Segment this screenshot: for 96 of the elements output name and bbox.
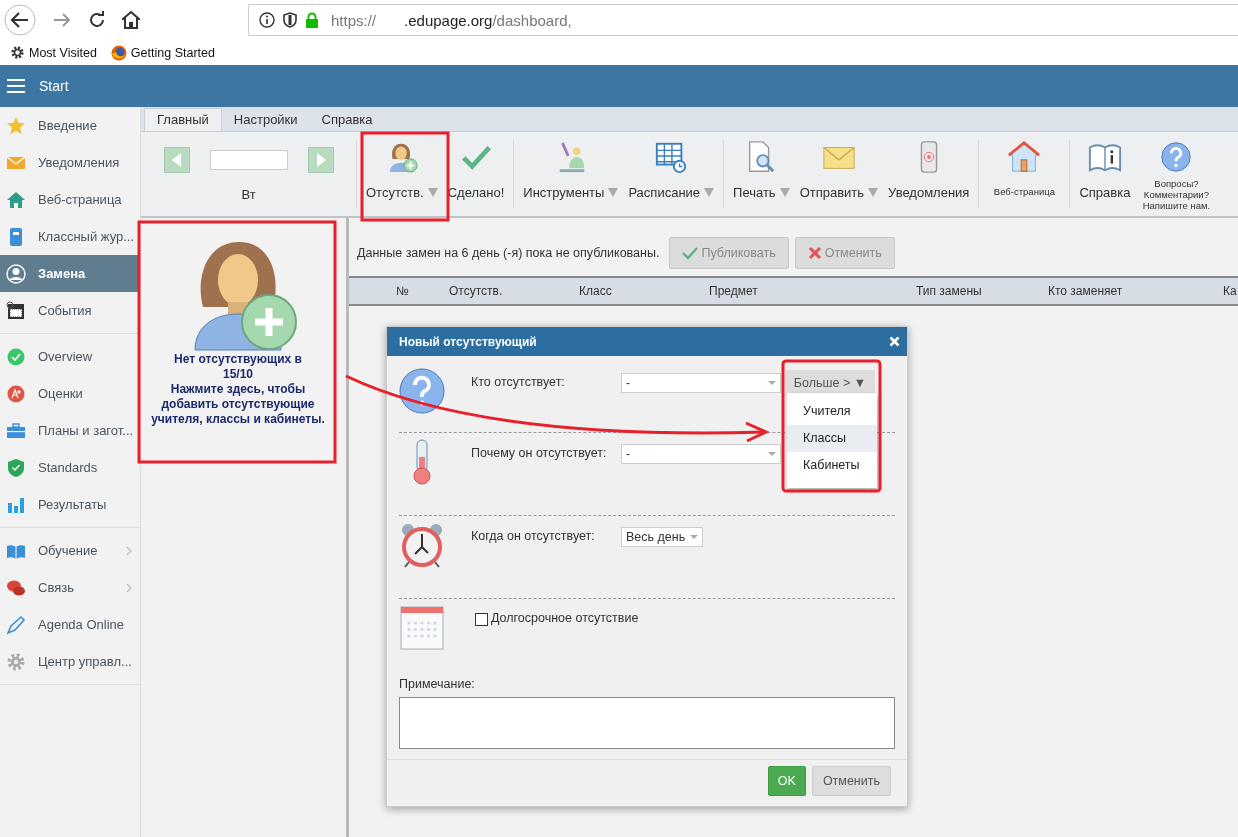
ribbon-button[interactable]: Веб-страница	[983, 132, 1066, 216]
url-field[interactable]: https:// .edupage.org/dashboard,	[248, 4, 1238, 36]
bookmark-link[interactable]: Most Visited	[29, 45, 97, 60]
house-icon	[6, 189, 26, 210]
caret-icon	[868, 187, 879, 197]
ribbon-tab[interactable]: Настройки	[221, 109, 310, 131]
column-header: Тип замены	[916, 284, 983, 298]
sidebar-item[interactable]: Обучение	[0, 532, 140, 569]
calendar-icon	[399, 605, 445, 651]
url-text: https:// .edupage.org/dashboard,	[331, 11, 572, 29]
app-title: Start	[39, 78, 69, 94]
ribbon-button[interactable]: Отсутств.	[361, 132, 443, 216]
column-header: Кто заменяет	[1048, 284, 1124, 298]
day-label: Вт	[241, 186, 256, 202]
chevron-icon	[126, 545, 132, 556]
sidebar-item[interactable]: События	[0, 292, 140, 329]
question-icon	[399, 368, 445, 414]
ribbon-button[interactable]: Печать	[728, 132, 795, 216]
shield-icon	[283, 12, 297, 28]
sidebar-item[interactable]: Классный жур...	[0, 218, 140, 255]
column-header: Класс	[579, 284, 613, 298]
time-select[interactable]: Весь день	[621, 527, 703, 547]
ribbon-button[interactable]: Вопросы? Комментарии? Напишите нам.	[1135, 132, 1218, 216]
user-icon	[6, 263, 26, 284]
notice-text: Данные замен на 6 день (-я) пока не опубликованы.	[357, 246, 660, 260]
house-icon	[1006, 140, 1043, 174]
cancel-button[interactable]: Отменить	[811, 766, 891, 796]
sidebar-item[interactable]: Замена	[0, 255, 140, 292]
ribbon-button[interactable]: Сделано!	[442, 132, 510, 216]
dialog-title: Новый отсутствующий	[399, 334, 537, 349]
menu-item[interactable]: Учителя	[787, 398, 877, 425]
ribbon-button[interactable]: Уведомления	[883, 132, 975, 216]
triangle-icon	[315, 152, 326, 167]
column-header: №	[396, 284, 410, 298]
calendar-icon	[6, 300, 26, 321]
globe-icon	[110, 44, 127, 61]
sidebar-item[interactable]: Веб-страница	[0, 181, 140, 218]
ribbon-tab[interactable]: Главный	[144, 108, 222, 131]
menu-item[interactable]: Кабинеты	[787, 452, 877, 479]
triangle-icon	[171, 152, 182, 167]
chevron-icon	[126, 582, 132, 593]
star-icon	[6, 115, 26, 136]
briefcase-icon	[6, 420, 26, 441]
pen-icon	[6, 614, 26, 635]
bookmark-link[interactable]: Getting Started	[130, 45, 215, 60]
checkbox[interactable]	[475, 613, 488, 626]
column-header: Предмет	[709, 284, 759, 298]
lock-icon	[305, 12, 319, 28]
note-field[interactable]	[399, 697, 895, 749]
ribbon-button[interactable]: Расписание	[623, 132, 720, 216]
sidebar-item[interactable]: Центр управл...	[0, 643, 140, 680]
info-icon	[259, 12, 275, 28]
ribbon-tab[interactable]: Справка	[309, 109, 385, 131]
sidebar-item[interactable]: Standards	[0, 449, 140, 486]
sidebar-item[interactable]: Overview	[0, 338, 140, 375]
reason-select[interactable]: -	[621, 444, 781, 464]
field-label: Когда он отсутствует:	[471, 528, 596, 543]
reload-icon[interactable]	[88, 11, 106, 29]
caret-icon	[608, 187, 619, 197]
ribbon-button[interactable]: Инструменты	[518, 132, 624, 216]
sidebar-item[interactable]: Уведомления	[0, 144, 140, 181]
empty-state-title: Нет отсутствующих в 15/10	[173, 352, 303, 382]
checkbox-label[interactable]: Долгосрочное отсутствие	[491, 611, 639, 625]
gear-icon	[10, 45, 25, 60]
checkmark-icon	[682, 246, 699, 260]
ribbon-button[interactable]: Справка	[1074, 132, 1136, 216]
gear-icon	[6, 651, 26, 672]
menu-item[interactable]: Классы	[787, 425, 877, 452]
sidebar-item[interactable]: Оценки	[0, 375, 140, 412]
check-icon	[6, 346, 26, 367]
alarm-clock-icon	[399, 522, 445, 568]
shield-icon	[6, 457, 26, 478]
sidebar-item[interactable]: Agenda Online	[0, 606, 140, 643]
caret-icon	[779, 187, 790, 197]
sidebar-item[interactable]: Введение	[0, 107, 140, 144]
grade-icon	[6, 383, 26, 404]
caret-icon	[427, 187, 438, 197]
ribbon-button[interactable]: Отправить	[794, 132, 884, 216]
column-header: Отсутств.	[449, 284, 504, 298]
sidebar-item[interactable]: Результаты	[0, 486, 140, 523]
note-label: Примечание:	[399, 677, 476, 691]
date-field[interactable]	[209, 149, 288, 170]
empty-state-hint: Нажмите здесь, чтобы добавить отсутствующие учителя, классы и кабинеты.	[150, 382, 326, 427]
sidebar-item[interactable]: Связь	[0, 569, 140, 606]
sidebar-item[interactable]: Планы и загот...	[0, 412, 140, 449]
absentee-select[interactable]: -	[621, 373, 781, 393]
field-label: Почему он отсутствует:	[471, 445, 608, 460]
close-icon[interactable]	[889, 336, 900, 347]
column-header: Ка	[1223, 284, 1238, 298]
field-label: Кто отсутствует:	[471, 374, 566, 389]
more-button[interactable]: Больше > ▼	[785, 370, 875, 396]
cross-icon	[807, 246, 822, 260]
back-icon[interactable]	[4, 4, 36, 36]
caret-icon	[704, 187, 715, 197]
home-icon[interactable]	[122, 11, 140, 29]
menu-icon[interactable]	[7, 79, 25, 93]
